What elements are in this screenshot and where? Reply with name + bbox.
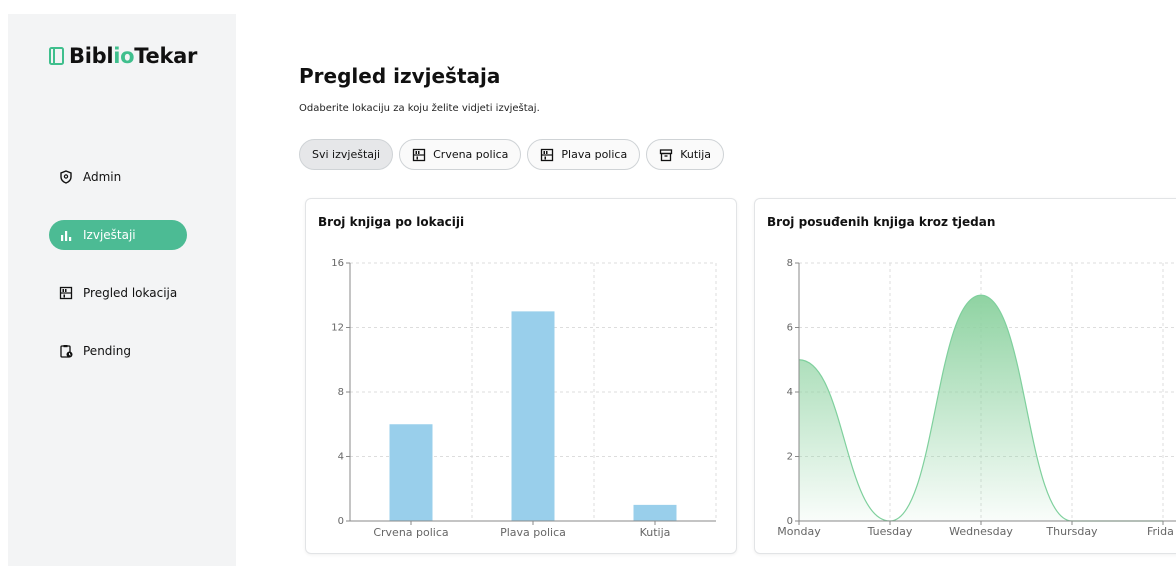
x-tick-label: Tuesday [867,525,913,538]
x-tick-label: Frida [1147,525,1174,538]
bar-crvena-polica [389,424,433,521]
x-tick-label: Monday [777,525,821,538]
sidebar: Bibl io Tekar Admin Izvještaji Pregled lok… [8,14,236,566]
logo-text-part2: io [113,44,135,68]
book-logo-icon [49,47,64,65]
x-tick-label: Kutija [640,526,671,539]
x-tick-label: Wednesday [949,525,1013,538]
filter-label: Plava polica [561,148,628,161]
page-title: Pregled izvještaja [299,64,501,88]
sidebar-item-label: Pregled lokacija [83,286,178,300]
bar-plava-polica [511,311,555,521]
y-tick-label: 16 [331,258,344,269]
filter-svi-izvjestaji[interactable]: Svi izvještaji [299,139,394,170]
sidebar-item-label: Admin [83,170,122,184]
app-logo[interactable]: Bibl io Tekar [48,44,197,68]
location-filters: Svi izvještaji Crvena polica Plava polic… [299,139,725,170]
sidebar-item-izvjestaji[interactable]: Izvještaji [49,220,187,250]
sidebar-item-pending[interactable]: Pending [49,336,189,366]
shield-icon [59,170,73,184]
bar-kutija [633,504,677,521]
x-tick-label: Plava polica [500,526,566,539]
shelf-icon [412,148,426,162]
x-tick-label: Thursday [1045,525,1098,538]
y-tick-label: 4 [338,452,344,463]
weekly-loans-card: Broj posuđenih knjiga kroz tjedan 02468M… [754,198,1176,554]
bar-chart-icon [59,228,73,242]
y-tick-label: 2 [787,452,793,463]
filter-label: Svi izvještaji [312,148,381,161]
filter-label: Crvena polica [433,148,509,161]
y-tick-label: 12 [331,323,344,334]
y-tick-label: 0 [338,516,344,527]
sidebar-item-pregled-lokacija[interactable]: Pregled lokacija [49,278,189,308]
books-per-location-chart: 0 4 8 12 16 Crvena polica Plava polica Kutija [331,258,717,539]
sidebar-item-label: Izvještaji [83,228,136,242]
clipboard-clock-icon [59,344,73,358]
y-tick-label: 8 [338,387,344,398]
page-subtitle: Odaberite lokaciju za koju želite vidjet… [299,103,540,114]
books-per-location-card: Broj knjiga po lokaciji 0 4 8 12 16 Crvena po… [305,198,737,554]
y-tick-label: 4 [787,387,793,398]
y-tick-label: 8 [787,258,793,269]
y-tick-label: 6 [787,323,793,334]
sidebar-nav: Admin Izvještaji Pregled lokacija Pendin… [49,162,189,394]
filter-crvena-polica[interactable]: Crvena polica [399,139,522,170]
chart-title: Broj knjiga po lokaciji [318,215,465,229]
filter-label: Kutija [680,148,712,161]
filter-kutija[interactable]: Kutija [646,139,725,170]
shelf-icon [59,286,73,300]
shelf-icon [540,148,554,162]
box-icon [659,148,673,162]
weekly-loans-chart: 02468Monday Tuesday Wednesday Thursday Frida [777,258,1176,538]
logo-text-part3: Tekar [134,44,198,68]
chart-title: Broj posuđenih knjiga kroz tjedan [767,215,996,229]
sidebar-item-label: Pending [83,344,131,358]
logo-text-part1: Bibl [69,44,114,68]
sidebar-item-admin[interactable]: Admin [49,162,189,192]
area-fill [799,295,1163,521]
filter-plava-polica[interactable]: Plava polica [527,139,641,170]
x-tick-label: Crvena polica [373,526,448,539]
